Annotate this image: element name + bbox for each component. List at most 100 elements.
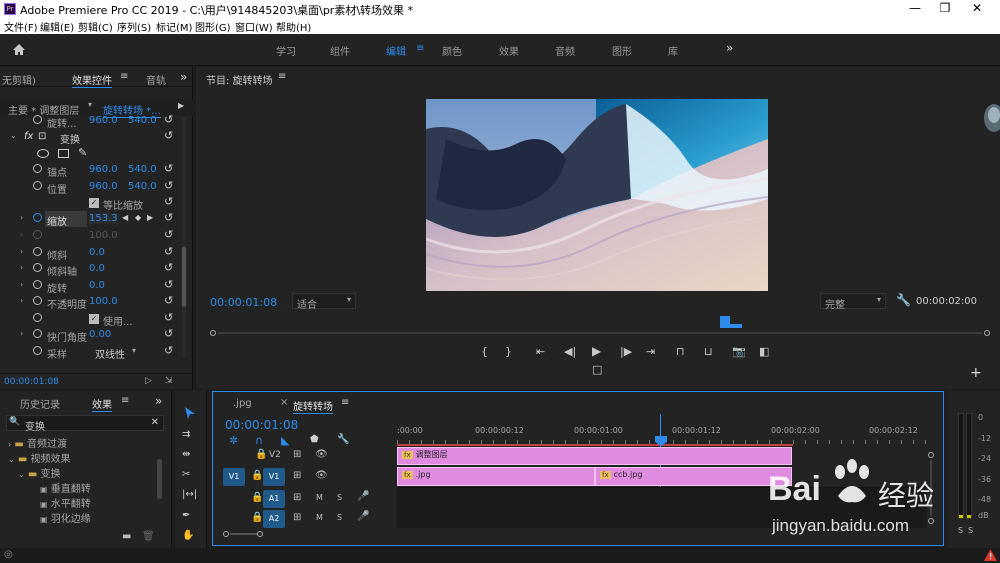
expand-tabs-icon[interactable]: » bbox=[180, 70, 187, 84]
razor-tool-icon[interactable]: ✂ bbox=[182, 469, 190, 480]
eye-icon[interactable]: 👁 bbox=[315, 470, 328, 481]
expand-arrow-icon[interactable]: › bbox=[20, 296, 23, 305]
reset-icon[interactable]: ↺ bbox=[164, 278, 173, 291]
reset-icon[interactable]: ↺ bbox=[164, 195, 173, 208]
reset-icon[interactable]: ↺ bbox=[164, 294, 173, 307]
workspace-libraries[interactable]: 库 bbox=[668, 43, 678, 58]
property-value-x[interactable]: 960.0 bbox=[89, 115, 118, 126]
workspace-audio[interactable]: 音频 bbox=[555, 43, 575, 58]
reset-icon[interactable]: ↺ bbox=[164, 228, 173, 241]
lock-icon[interactable]: 🔒 bbox=[255, 449, 267, 460]
dropdown-arrow-icon[interactable]: ▾ bbox=[88, 100, 92, 109]
expand-arrow-icon[interactable]: › bbox=[20, 213, 23, 222]
go-to-out-icon[interactable]: ⇥ bbox=[646, 345, 655, 358]
menu-marker[interactable]: 标记(M) bbox=[156, 19, 192, 34]
collapse-arrow-icon[interactable]: ⌄ bbox=[10, 131, 17, 140]
workspace-assembly[interactable]: 组件 bbox=[330, 43, 350, 58]
stopwatch-icon[interactable] bbox=[33, 181, 42, 190]
export-frame-icon[interactable]: 📷 bbox=[732, 345, 746, 358]
reset-icon[interactable]: ↺ bbox=[164, 162, 173, 175]
workspace-menu-icon[interactable]: ≡ bbox=[416, 43, 424, 54]
tab-audio-mixer[interactable]: 音轨 bbox=[146, 72, 166, 87]
panel-menu-icon[interactable]: ≡ bbox=[341, 397, 349, 408]
stopwatch-icon[interactable] bbox=[33, 313, 42, 322]
mark-in-icon[interactable]: { bbox=[481, 345, 488, 358]
workspace-color[interactable]: 颜色 bbox=[442, 43, 462, 58]
tree-item-video-effects[interactable]: ⌄ ▬ 视频效果 bbox=[8, 450, 71, 465]
lock-icon[interactable]: 🔒 bbox=[251, 492, 263, 503]
track-target-v1[interactable]: V1 bbox=[263, 468, 285, 486]
panel-menu-icon[interactable]: ≡ bbox=[121, 395, 129, 406]
slip-tool-icon[interactable]: |↔| bbox=[182, 489, 197, 500]
tree-item-transform[interactable]: ⌄ ▬ 变换 bbox=[18, 465, 61, 480]
property-value[interactable]: 0.0 bbox=[89, 280, 105, 291]
timeline-playhead-icon[interactable] bbox=[655, 436, 667, 446]
reset-icon[interactable]: ↺ bbox=[164, 261, 173, 274]
ripple-edit-tool-icon[interactable]: ⇹ bbox=[182, 449, 190, 460]
menu-sequence[interactable]: 序列(S) bbox=[117, 19, 151, 34]
sync-lock-icon[interactable]: ⊞ bbox=[293, 512, 301, 523]
menu-window[interactable]: 窗口(W) bbox=[235, 19, 273, 34]
program-video-frame[interactable] bbox=[426, 99, 768, 291]
tree-item-feather-edges[interactable]: ▣ 羽化边缘 bbox=[40, 510, 91, 525]
track-target-a1[interactable]: A1 bbox=[263, 490, 285, 508]
filter-icon[interactable]: ▷ bbox=[145, 376, 152, 386]
extract-icon[interactable]: ⊔ bbox=[704, 345, 713, 358]
property-value-x[interactable]: 960.0 bbox=[89, 181, 118, 192]
add-keyframe-icon[interactable]: ◆ bbox=[135, 213, 141, 222]
tab-effect-controls[interactable]: 效果控件 bbox=[72, 72, 112, 88]
pen-tool-icon[interactable]: ✒ bbox=[182, 510, 190, 521]
reset-icon[interactable]: ↺ bbox=[164, 211, 173, 224]
property-value-y[interactable]: 540.0 bbox=[128, 164, 157, 175]
tab-effects[interactable]: 效果 bbox=[92, 396, 112, 412]
minimize-button[interactable]: — bbox=[900, 1, 930, 15]
program-scrub-bar[interactable] bbox=[210, 328, 990, 338]
expand-arrow-icon[interactable]: › bbox=[20, 263, 23, 272]
effects-search-input[interactable]: 变换 bbox=[25, 418, 45, 433]
close-button[interactable]: ✕ bbox=[962, 1, 992, 15]
lock-icon[interactable]: 🔒 bbox=[251, 512, 263, 523]
property-value[interactable]: 153.3 bbox=[89, 213, 118, 224]
ellipse-mask-icon[interactable] bbox=[37, 149, 49, 158]
microphone-icon[interactable]: 🎤 bbox=[357, 491, 369, 502]
reset-icon[interactable]: ↺ bbox=[164, 129, 173, 142]
next-keyframe-icon[interactable]: ▶ bbox=[147, 213, 153, 222]
eye-icon[interactable]: 👁 bbox=[315, 449, 328, 460]
track-select-tool-icon[interactable]: ⇉ bbox=[182, 429, 190, 440]
stopwatch-icon[interactable] bbox=[33, 263, 42, 272]
expand-arrow-icon[interactable]: › bbox=[20, 247, 23, 256]
restore-button[interactable]: ❐ bbox=[930, 1, 960, 15]
close-tab-icon[interactable]: × bbox=[280, 397, 288, 408]
sampling-select[interactable]: 双线性 bbox=[95, 346, 125, 361]
stopwatch-icon[interactable] bbox=[33, 329, 42, 338]
more-workspaces-icon[interactable]: » bbox=[726, 41, 733, 55]
checkbox-checked[interactable]: ✓ bbox=[89, 198, 99, 208]
menu-help[interactable]: 帮助(H) bbox=[276, 19, 311, 34]
dropdown-arrow-icon[interactable]: ▾ bbox=[132, 346, 136, 355]
hand-tool-icon[interactable]: ✋ bbox=[182, 530, 194, 541]
tab-history[interactable]: 历史记录 bbox=[20, 396, 60, 411]
step-forward-icon[interactable]: |▶ bbox=[620, 345, 632, 358]
reset-icon[interactable]: ↺ bbox=[164, 344, 173, 357]
workspace-graphics[interactable]: 图形 bbox=[612, 43, 632, 58]
export-frame-icon[interactable]: ⇲ bbox=[165, 376, 173, 386]
tree-item-vertical-flip[interactable]: ▣ 垂直翻转 bbox=[40, 480, 91, 495]
delete-icon[interactable]: 🗑 bbox=[142, 531, 155, 542]
scrollbar[interactable] bbox=[182, 117, 186, 357]
stopwatch-icon[interactable] bbox=[33, 247, 42, 256]
stopwatch-icon[interactable] bbox=[33, 280, 42, 289]
add-button-icon[interactable]: + bbox=[970, 365, 982, 381]
reset-icon[interactable]: ↺ bbox=[164, 179, 173, 192]
comment-icon[interactable]: □ bbox=[592, 363, 602, 376]
workspace-effects[interactable]: 效果 bbox=[499, 43, 519, 58]
rectangle-mask-icon[interactable] bbox=[58, 149, 69, 158]
go-to-in-icon[interactable]: ⇤ bbox=[536, 345, 545, 358]
sync-lock-icon[interactable]: ⊞ bbox=[293, 449, 301, 460]
reset-icon[interactable]: ↺ bbox=[164, 311, 173, 324]
expand-arrow-icon[interactable]: › bbox=[20, 280, 23, 289]
timeline-settings-icon[interactable]: 🔧 bbox=[337, 434, 349, 445]
checkbox-checked[interactable]: ✓ bbox=[89, 314, 99, 324]
property-value[interactable]: 100.0 bbox=[89, 296, 118, 307]
effects-search-box[interactable]: 🔍 变换 ✕ bbox=[6, 415, 164, 433]
microphone-icon[interactable]: 🎤 bbox=[357, 511, 369, 522]
